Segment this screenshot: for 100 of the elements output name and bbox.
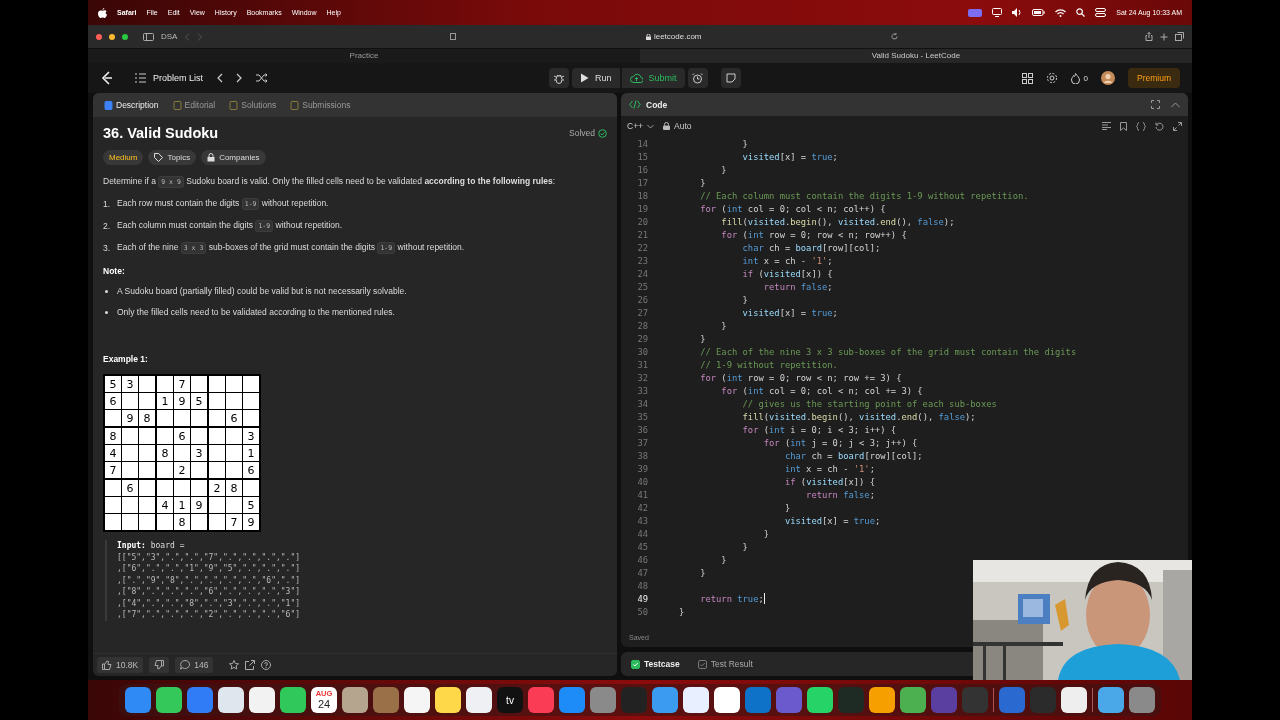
control-center-icon[interactable] <box>1095 8 1107 17</box>
app-icon[interactable] <box>714 687 740 713</box>
address-bar[interactable]: leetcode.com <box>444 30 905 43</box>
app-icon[interactable] <box>1061 687 1087 713</box>
profile-menu[interactable]: DSA <box>161 32 178 41</box>
reset-icon[interactable] <box>1155 121 1164 131</box>
thumbs-up-icon <box>102 660 112 670</box>
panel-title: Code <box>646 99 668 110</box>
app-icon[interactable] <box>435 687 461 713</box>
next-icon[interactable] <box>236 73 244 83</box>
input-line: [["5","3",".",".","7",".",".",".","."] <box>117 551 302 563</box>
line-number: 23 <box>636 255 648 266</box>
format-icon[interactable] <box>1102 122 1111 130</box>
close-window-icon[interactable] <box>96 33 102 40</box>
braces-icon[interactable] <box>1136 121 1146 131</box>
sidebar-icon[interactable] <box>143 32 154 41</box>
shuffle-icon[interactable] <box>256 73 269 83</box>
note-text: A Sudoku board (partially filled) could be valid but is not necessarily solvable. <box>117 285 407 297</box>
fullscreen-icon[interactable] <box>1151 100 1160 109</box>
premium-button[interactable]: Premium <box>1128 68 1180 88</box>
line-number: 19 <box>636 203 648 214</box>
sudoku-digit: 8 <box>161 446 169 460</box>
minimize-window-icon[interactable] <box>109 33 115 40</box>
alarm-button[interactable] <box>687 68 708 88</box>
check-circle-icon <box>598 128 607 138</box>
app-icon[interactable] <box>342 687 368 713</box>
difficulty-tag[interactable]: Medium <box>103 150 144 165</box>
expand-icon[interactable] <box>1173 121 1182 131</box>
star-icon[interactable] <box>229 660 240 670</box>
sudoku-digit: 2 <box>213 481 221 495</box>
line-number: 48 <box>636 580 648 591</box>
submit-button[interactable]: Submit <box>621 68 685 88</box>
panel-tab[interactable]: Submissions <box>285 98 356 112</box>
bug-icon <box>554 72 564 84</box>
debug-button[interactable] <box>549 68 569 88</box>
run-button[interactable]: Run <box>572 68 620 88</box>
battery-icon[interactable] <box>1032 9 1046 16</box>
list-icon[interactable] <box>135 73 146 83</box>
tv-app-icon[interactable]: tv <box>497 687 523 713</box>
settings-icon[interactable] <box>1045 72 1058 84</box>
dislike-button[interactable] <box>149 657 170 673</box>
tag-button[interactable]: Companies <box>201 150 266 165</box>
code-line: } <box>720 164 727 175</box>
app-icon[interactable] <box>249 687 275 713</box>
panel-tab[interactable]: Testcase <box>625 658 686 670</box>
browser-tab[interactable]: Valid Sudoku - LeetCode <box>640 49 1192 63</box>
code-line: visited[x] = true; <box>741 151 838 162</box>
tag-button[interactable]: Topics <box>148 150 197 165</box>
layout-icon[interactable] <box>1021 72 1033 84</box>
language-dropdown[interactable]: C++ <box>627 121 655 131</box>
like-button[interactable]: 10.8K <box>97 657 144 673</box>
tabs-icon[interactable] <box>1175 32 1184 41</box>
volume-icon[interactable] <box>1012 8 1023 17</box>
example-heading: Example 1: <box>103 354 149 364</box>
previous-icon[interactable] <box>216 73 224 83</box>
app-icon[interactable] <box>466 687 492 713</box>
app-icon[interactable] <box>156 687 182 713</box>
sudoku-digit: 8 <box>143 411 151 425</box>
app-icon[interactable] <box>404 687 430 713</box>
app-icon[interactable] <box>869 687 895 713</box>
leetcode-logo-icon[interactable] <box>100 71 114 85</box>
app-icon[interactable] <box>1098 687 1124 713</box>
app-icon[interactable] <box>683 687 709 713</box>
app-icon[interactable] <box>280 687 306 713</box>
panel-tab[interactable]: Editorial <box>167 98 221 112</box>
share-icon[interactable] <box>1145 32 1153 41</box>
help-icon[interactable] <box>261 660 272 670</box>
flame-icon <box>1070 72 1080 84</box>
code-line: } <box>762 528 770 539</box>
cloud-upload-icon <box>629 73 643 83</box>
wifi-icon[interactable] <box>1055 8 1067 17</box>
reload-icon[interactable] <box>891 33 899 40</box>
panel-tab[interactable]: Solutions <box>224 98 282 112</box>
zoom-window-icon[interactable] <box>122 33 128 40</box>
note-heading: Note: <box>103 266 126 276</box>
apple-logo-icon[interactable] <box>98 7 107 18</box>
sudoku-digit: 6 <box>126 481 134 495</box>
streak-counter[interactable]: 0 <box>1070 72 1088 84</box>
app-icon[interactable] <box>218 687 244 713</box>
plus-icon[interactable] <box>1160 32 1168 41</box>
line-number: 22 <box>636 242 648 253</box>
code-line: } <box>699 177 706 188</box>
bookmark-icon[interactable] <box>1120 121 1127 131</box>
code-line: int x = ch - '1'; <box>741 255 833 266</box>
panel-tab[interactable]: Test Result <box>691 658 759 670</box>
app-icon[interactable] <box>807 687 833 713</box>
display-icon[interactable] <box>992 8 1003 17</box>
sudoku-digit: 7 <box>109 463 117 477</box>
line-number: 18 <box>636 190 648 201</box>
avatar-icon[interactable] <box>1101 71 1115 85</box>
line-number: 50 <box>636 606 648 617</box>
share-icon[interactable] <box>245 660 256 670</box>
panel-tab[interactable]: Description <box>99 98 164 112</box>
line-number: 45 <box>636 541 648 552</box>
notes-button[interactable] <box>720 68 741 88</box>
comments-button[interactable]: 146 <box>175 657 214 673</box>
page-icon[interactable] <box>450 33 457 40</box>
problem-list-link[interactable]: Problem List <box>153 73 204 83</box>
sudoku-digit: 7 <box>230 515 238 529</box>
search-icon[interactable] <box>1076 8 1086 17</box>
